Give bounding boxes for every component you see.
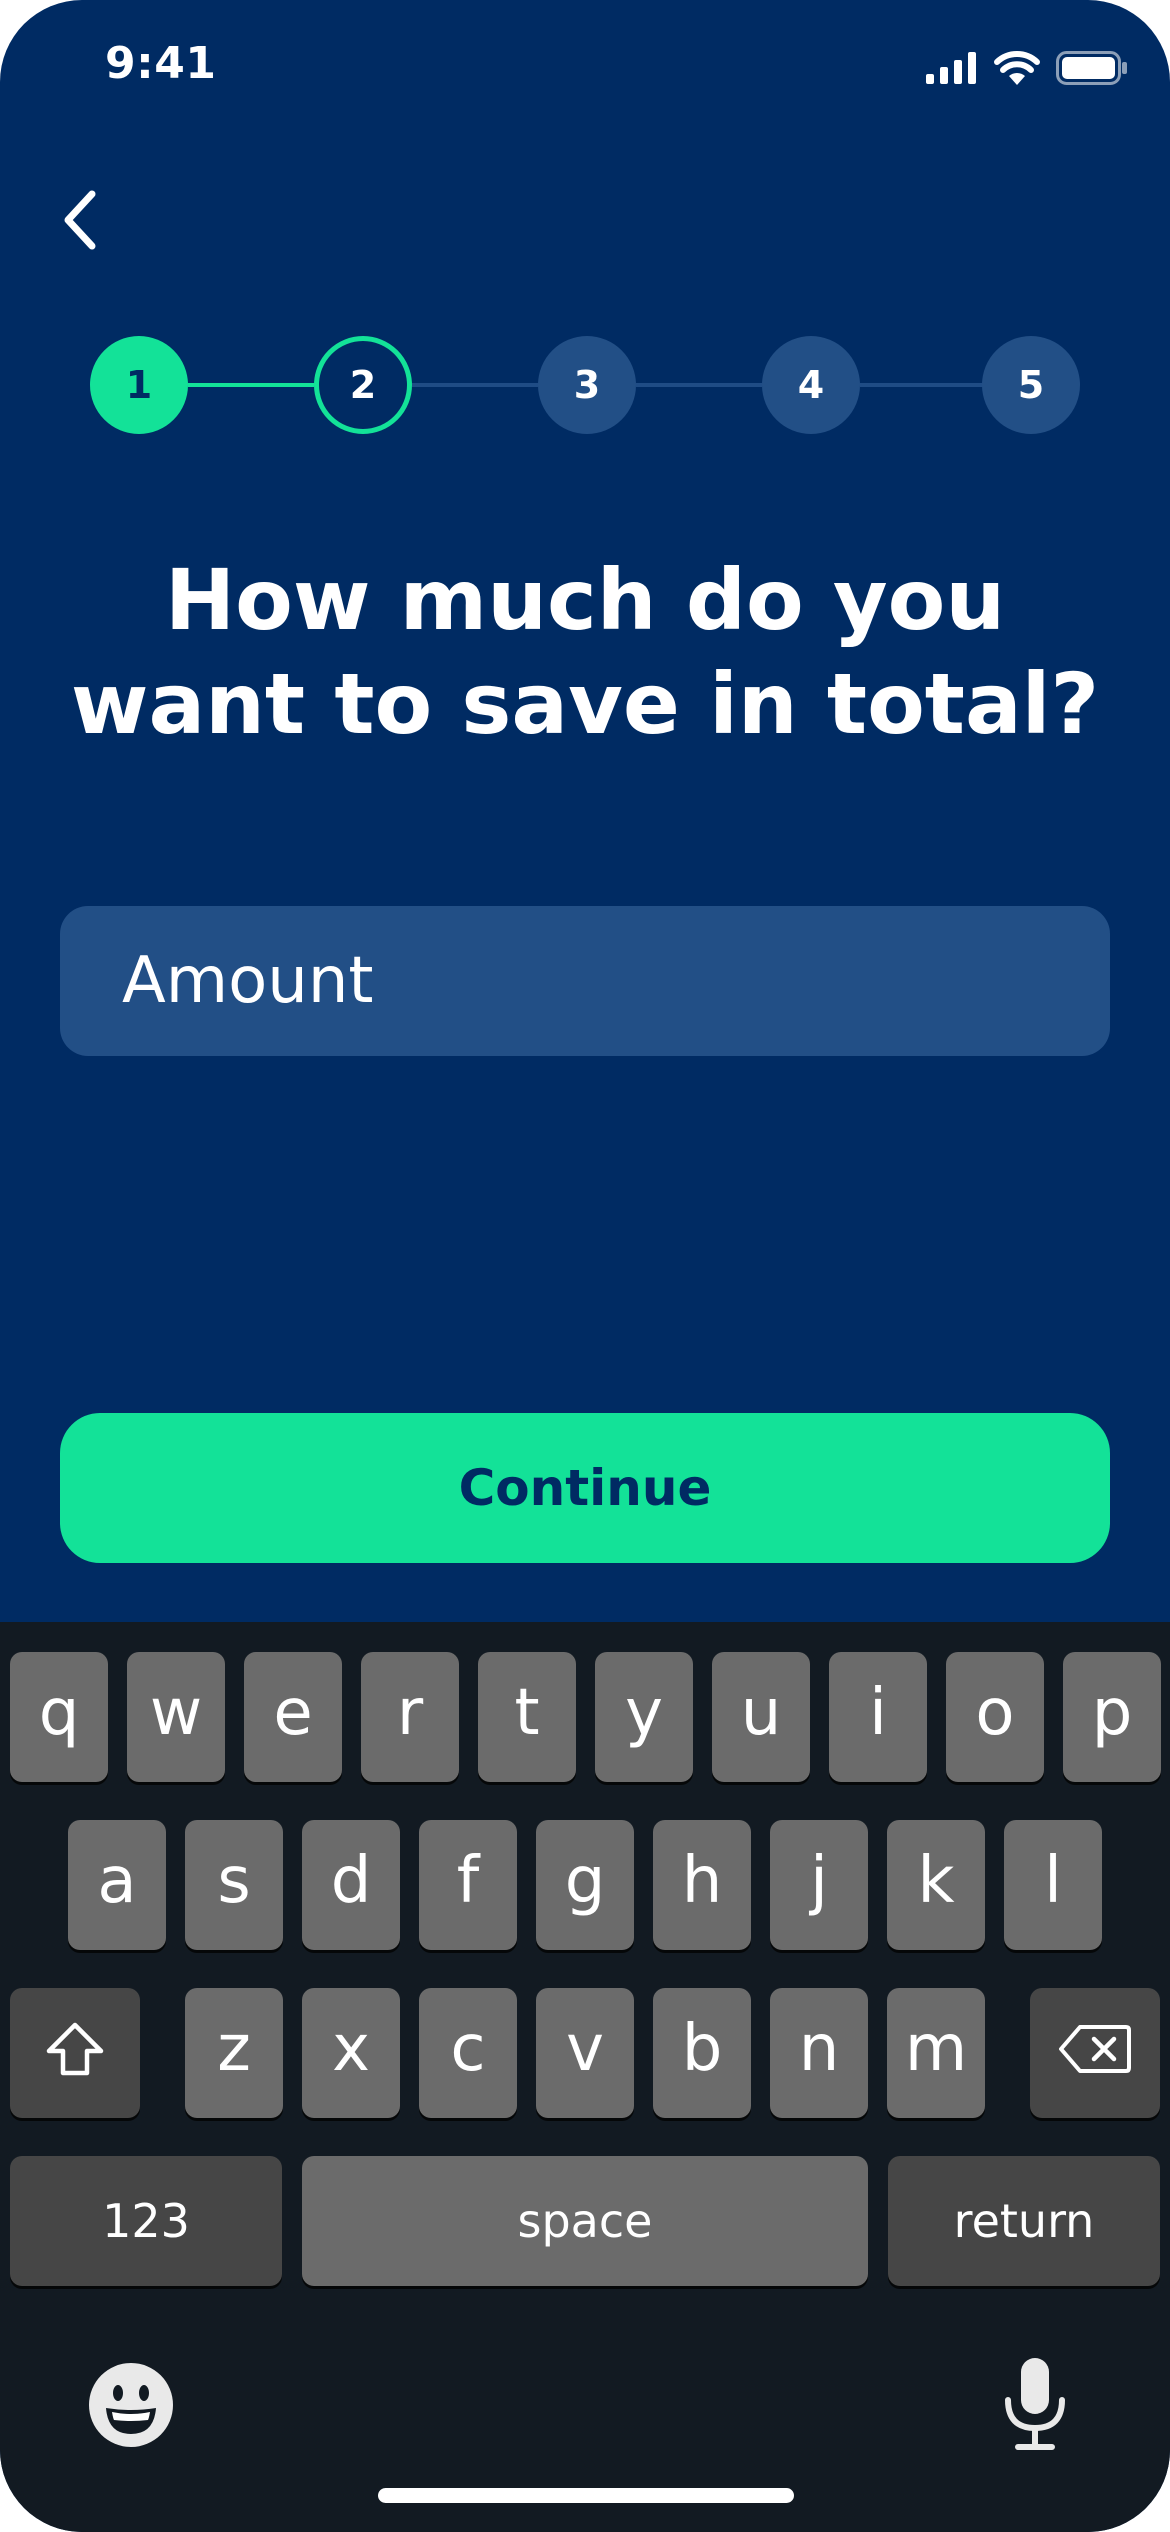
step-label: 2	[349, 363, 377, 407]
question-line-1: How much do you	[164, 551, 1006, 649]
progress-stepper: 1 2 3 4 5	[90, 336, 1080, 434]
key-b[interactable]: b	[653, 1988, 751, 2118]
key-x[interactable]: x	[302, 1988, 400, 2118]
key-p[interactable]: p	[1063, 1652, 1161, 1782]
step-3: 3	[538, 336, 636, 434]
phone-screen: 9:41 1 2 3 4 5 How much do you want to s…	[0, 0, 1170, 2532]
amount-input[interactable]	[60, 906, 1110, 1056]
key-o[interactable]: o	[946, 1652, 1044, 1782]
key-u[interactable]: u	[712, 1652, 810, 1782]
step-label: 4	[797, 363, 825, 407]
question-line-2: want to save in total?	[70, 655, 1100, 753]
numbers-key[interactable]: 123	[10, 2156, 282, 2286]
key-c[interactable]: c	[419, 1988, 517, 2118]
battery-icon	[1056, 51, 1127, 85]
key-m[interactable]: m	[887, 1988, 985, 2118]
step-1-completed: 1	[90, 336, 188, 434]
emoji-button[interactable]	[88, 2362, 174, 2448]
delete-key[interactable]	[1030, 1988, 1160, 2118]
key-l[interactable]: l	[1004, 1820, 1102, 1950]
key-s[interactable]: s	[185, 1820, 283, 1950]
on-screen-keyboard: q w e r t y u i o p a s d f g h j k l z …	[0, 1622, 1170, 2532]
key-j[interactable]: j	[770, 1820, 868, 1950]
cellular-signal-icon	[926, 52, 976, 84]
status-bar: 9:41	[0, 0, 1170, 120]
key-f[interactable]: f	[419, 1820, 517, 1950]
key-k[interactable]: k	[887, 1820, 985, 1950]
home-indicator[interactable]	[378, 2488, 794, 2503]
key-z[interactable]: z	[185, 1988, 283, 2118]
microphone-icon	[1005, 2358, 1065, 2450]
step-5: 5	[982, 336, 1080, 434]
chevron-left-icon	[64, 190, 96, 250]
key-i[interactable]: i	[829, 1652, 927, 1782]
key-v[interactable]: v	[536, 1988, 634, 2118]
continue-button[interactable]: Continue	[60, 1413, 1110, 1563]
shift-icon	[46, 2022, 104, 2076]
key-w[interactable]: w	[127, 1652, 225, 1782]
microphone-button[interactable]	[1000, 2356, 1070, 2452]
key-r[interactable]: r	[361, 1652, 459, 1782]
step-4: 4	[762, 336, 860, 434]
key-n[interactable]: n	[770, 1988, 868, 2118]
key-d[interactable]: d	[302, 1820, 400, 1950]
step-label: 1	[125, 363, 153, 407]
step-connector	[636, 383, 762, 387]
key-e[interactable]: e	[244, 1652, 342, 1782]
key-t[interactable]: t	[478, 1652, 576, 1782]
back-button[interactable]	[52, 185, 108, 255]
return-key[interactable]: return	[888, 2156, 1160, 2286]
key-h[interactable]: h	[653, 1820, 751, 1950]
key-y[interactable]: y	[595, 1652, 693, 1782]
step-connector-completed	[188, 383, 314, 387]
question-heading: How much do you want to save in total?	[60, 548, 1110, 756]
emoji-icon	[89, 2363, 173, 2447]
step-label: 3	[573, 363, 601, 407]
space-key[interactable]: space	[302, 2156, 868, 2286]
shift-key[interactable]	[10, 1988, 140, 2118]
key-q[interactable]: q	[10, 1652, 108, 1782]
step-2-current: 2	[314, 336, 412, 434]
status-icons	[926, 48, 1128, 88]
status-time: 9:41	[105, 38, 217, 89]
key-g[interactable]: g	[536, 1820, 634, 1950]
step-connector	[860, 383, 986, 387]
amount-field[interactable]	[60, 906, 1110, 1056]
wifi-icon	[994, 51, 1040, 85]
delete-icon	[1059, 2025, 1131, 2073]
step-connector	[412, 383, 538, 387]
key-a[interactable]: a	[68, 1820, 166, 1950]
step-label: 5	[1017, 363, 1045, 407]
